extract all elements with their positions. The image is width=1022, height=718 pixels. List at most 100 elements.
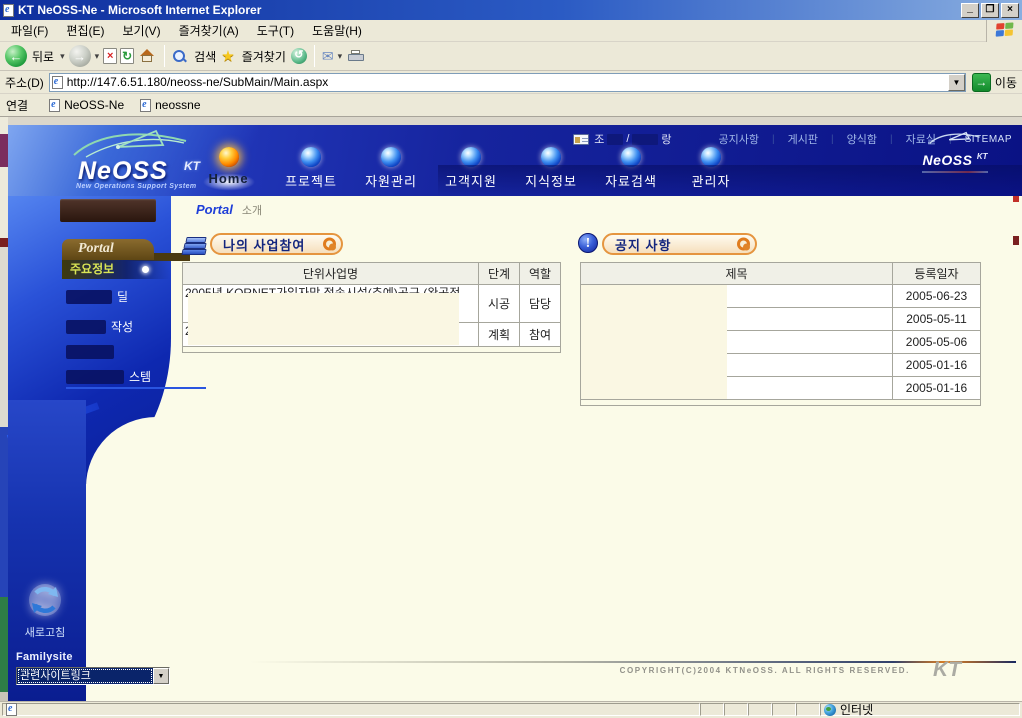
menu-file[interactable]: 파일(F) [2, 19, 57, 42]
status-zone-pane: 인터넷 [820, 703, 1020, 716]
nav-knowledge[interactable]: 지식정보 [511, 147, 591, 190]
window-titlebar: KT NeOSS-Ne - Microsoft Internet Explore… [0, 0, 1022, 20]
restore-button[interactable]: ❐ [981, 3, 999, 18]
familysite-dropdown-icon[interactable]: ▼ [153, 668, 169, 684]
search-icon[interactable] [172, 49, 186, 63]
sidebar-item-2[interactable]: 작성 [66, 318, 133, 335]
internet-zone-label: 인터넷 [840, 701, 873, 718]
nav-resources[interactable]: 자원관리 [351, 147, 431, 190]
refresh-widget[interactable]: 새로고침 [16, 582, 74, 640]
viewport-top-strip [0, 117, 1022, 125]
windows-logo-icon [986, 20, 1022, 42]
breadcrumb-current: 소개 [242, 202, 262, 218]
col-reg-date: 등록일자 [893, 263, 981, 285]
go-label[interactable]: 이동 [995, 74, 1017, 91]
link-neossne[interactable]: neossne [140, 98, 200, 112]
sidebar-item-1[interactable]: 딜 [66, 288, 128, 305]
address-input[interactable]: http://147.6.51.180/neoss-ne/SubMain/Mai… [49, 73, 966, 92]
familysite-label: Familysite [16, 651, 170, 663]
col-title: 제목 [581, 263, 893, 285]
user-info: 조 / 랑 [594, 131, 671, 147]
util-link-board[interactable]: 게시판 [775, 131, 831, 147]
forward-button[interactable]: → [69, 45, 91, 67]
address-url[interactable]: http://147.6.51.180/neoss-ne/SubMain/Mai… [67, 75, 329, 89]
sidebar-item-3[interactable] [66, 345, 119, 359]
link-icon [140, 99, 151, 112]
status-pane [796, 703, 820, 716]
user-info-redacted [607, 134, 623, 145]
redacted-label [66, 320, 106, 334]
notice-date: 2005-05-11 [893, 308, 981, 331]
col-role: 역할 [520, 263, 561, 285]
logo-tagline: New Operations Support System [76, 183, 197, 190]
content-rounded-corner [86, 417, 276, 549]
back-label[interactable]: 뒤로 [32, 48, 54, 65]
menu-bar: 파일(F) 편집(E) 보기(V) 즐겨찾기(A) 도구(T) 도움말(H) [0, 20, 1022, 42]
search-button[interactable]: 검색 [194, 48, 216, 65]
address-dropdown-icon[interactable]: ▼ [948, 74, 965, 91]
logo-name: NeOSS [78, 157, 168, 186]
stop-button[interactable]: × [103, 48, 117, 64]
global-nav: Home 프로젝트 자원관리 고객지원 지식정보 자료검색 [186, 147, 751, 190]
redaction-overlay [581, 285, 727, 399]
notice-date: 2005-06-23 [893, 285, 981, 308]
favorites-button[interactable]: 즐겨찾기 [242, 48, 286, 65]
status-page-icon [6, 703, 17, 716]
corner-swoosh-icon [926, 129, 984, 147]
menu-tools[interactable]: 도구(T) [248, 19, 303, 42]
stage-value: 시공 [479, 285, 520, 323]
portal-section-title: 주요정보 [62, 260, 170, 279]
ring-icon [737, 238, 750, 251]
refresh-label[interactable]: 새로고침 [16, 624, 74, 640]
corner-neoss-logo: NeOSS KT [910, 129, 1000, 173]
ie-app-icon [3, 4, 14, 17]
nav-project[interactable]: 프로젝트 [271, 147, 351, 190]
breadcrumb-root[interactable]: Portal [196, 202, 233, 217]
user-info-redacted [632, 134, 658, 145]
back-dropdown-icon[interactable]: ▾ [60, 51, 65, 62]
notice-bang-icon: ! [578, 233, 598, 253]
history-button[interactable]: ↺ [291, 48, 307, 64]
print-button[interactable] [348, 50, 364, 62]
mail-dropdown-icon[interactable]: ▾ [338, 51, 343, 62]
redacted-label [66, 345, 114, 359]
minimize-button[interactable]: _ [961, 3, 979, 18]
page-icon [52, 76, 63, 89]
stop-icon: × [107, 50, 113, 62]
nav-admin[interactable]: 관리자 [671, 147, 751, 190]
sidebar-item-4[interactable]: 스템 [66, 368, 151, 385]
notices-title: 공지 사항 [602, 233, 757, 255]
page-refresh-icon[interactable] [27, 582, 63, 618]
nav-orb-icon [219, 147, 239, 167]
nav-home[interactable]: Home [186, 147, 271, 190]
util-link-forms[interactable]: 양식함 [834, 131, 890, 147]
notice-date: 2005-01-16 [893, 377, 981, 400]
link-icon [49, 99, 60, 112]
nav-customer[interactable]: 고객지원 [431, 147, 511, 190]
familysite: Familysite 관련사이트링크 ▼ [16, 651, 170, 685]
familysite-select[interactable]: 관련사이트링크 ▼ [16, 667, 170, 685]
nav-orb-icon [621, 147, 641, 167]
home-button[interactable] [139, 49, 155, 63]
stage-value: 계획 [479, 323, 520, 347]
favorites-icon[interactable]: ★ [221, 47, 234, 65]
browser-viewport: NeOSS KT New Operations Support System 조… [0, 117, 1022, 701]
back-button[interactable]: ← [5, 45, 27, 67]
menu-help[interactable]: 도움말(H) [303, 19, 371, 42]
menu-view[interactable]: 보기(V) [113, 19, 169, 42]
menu-edit[interactable]: 편집(E) [57, 19, 113, 42]
redacted-label [66, 370, 124, 384]
menu-favorites[interactable]: 즐겨찾기(A) [170, 19, 248, 42]
familysite-selected-value[interactable]: 관련사이트링크 [17, 668, 153, 684]
mail-button[interactable]: ✉ [322, 48, 334, 65]
refresh-button[interactable]: ↻ [120, 48, 134, 64]
forward-dropdown-icon[interactable]: ▾ [95, 51, 100, 62]
util-link-notice[interactable]: 공지사항 [706, 131, 772, 147]
id-card-icon [573, 134, 589, 145]
link-neoss-ne[interactable]: NeOSS-Ne [49, 98, 124, 112]
close-button[interactable]: × [1001, 3, 1019, 18]
go-button[interactable]: → [972, 73, 991, 92]
nav-search[interactable]: 자료검색 [591, 147, 671, 190]
notices-table: 제목 등록일자 2005-06-23 2005-05-11 2005-05-06… [580, 262, 980, 406]
ring-icon [323, 238, 336, 251]
